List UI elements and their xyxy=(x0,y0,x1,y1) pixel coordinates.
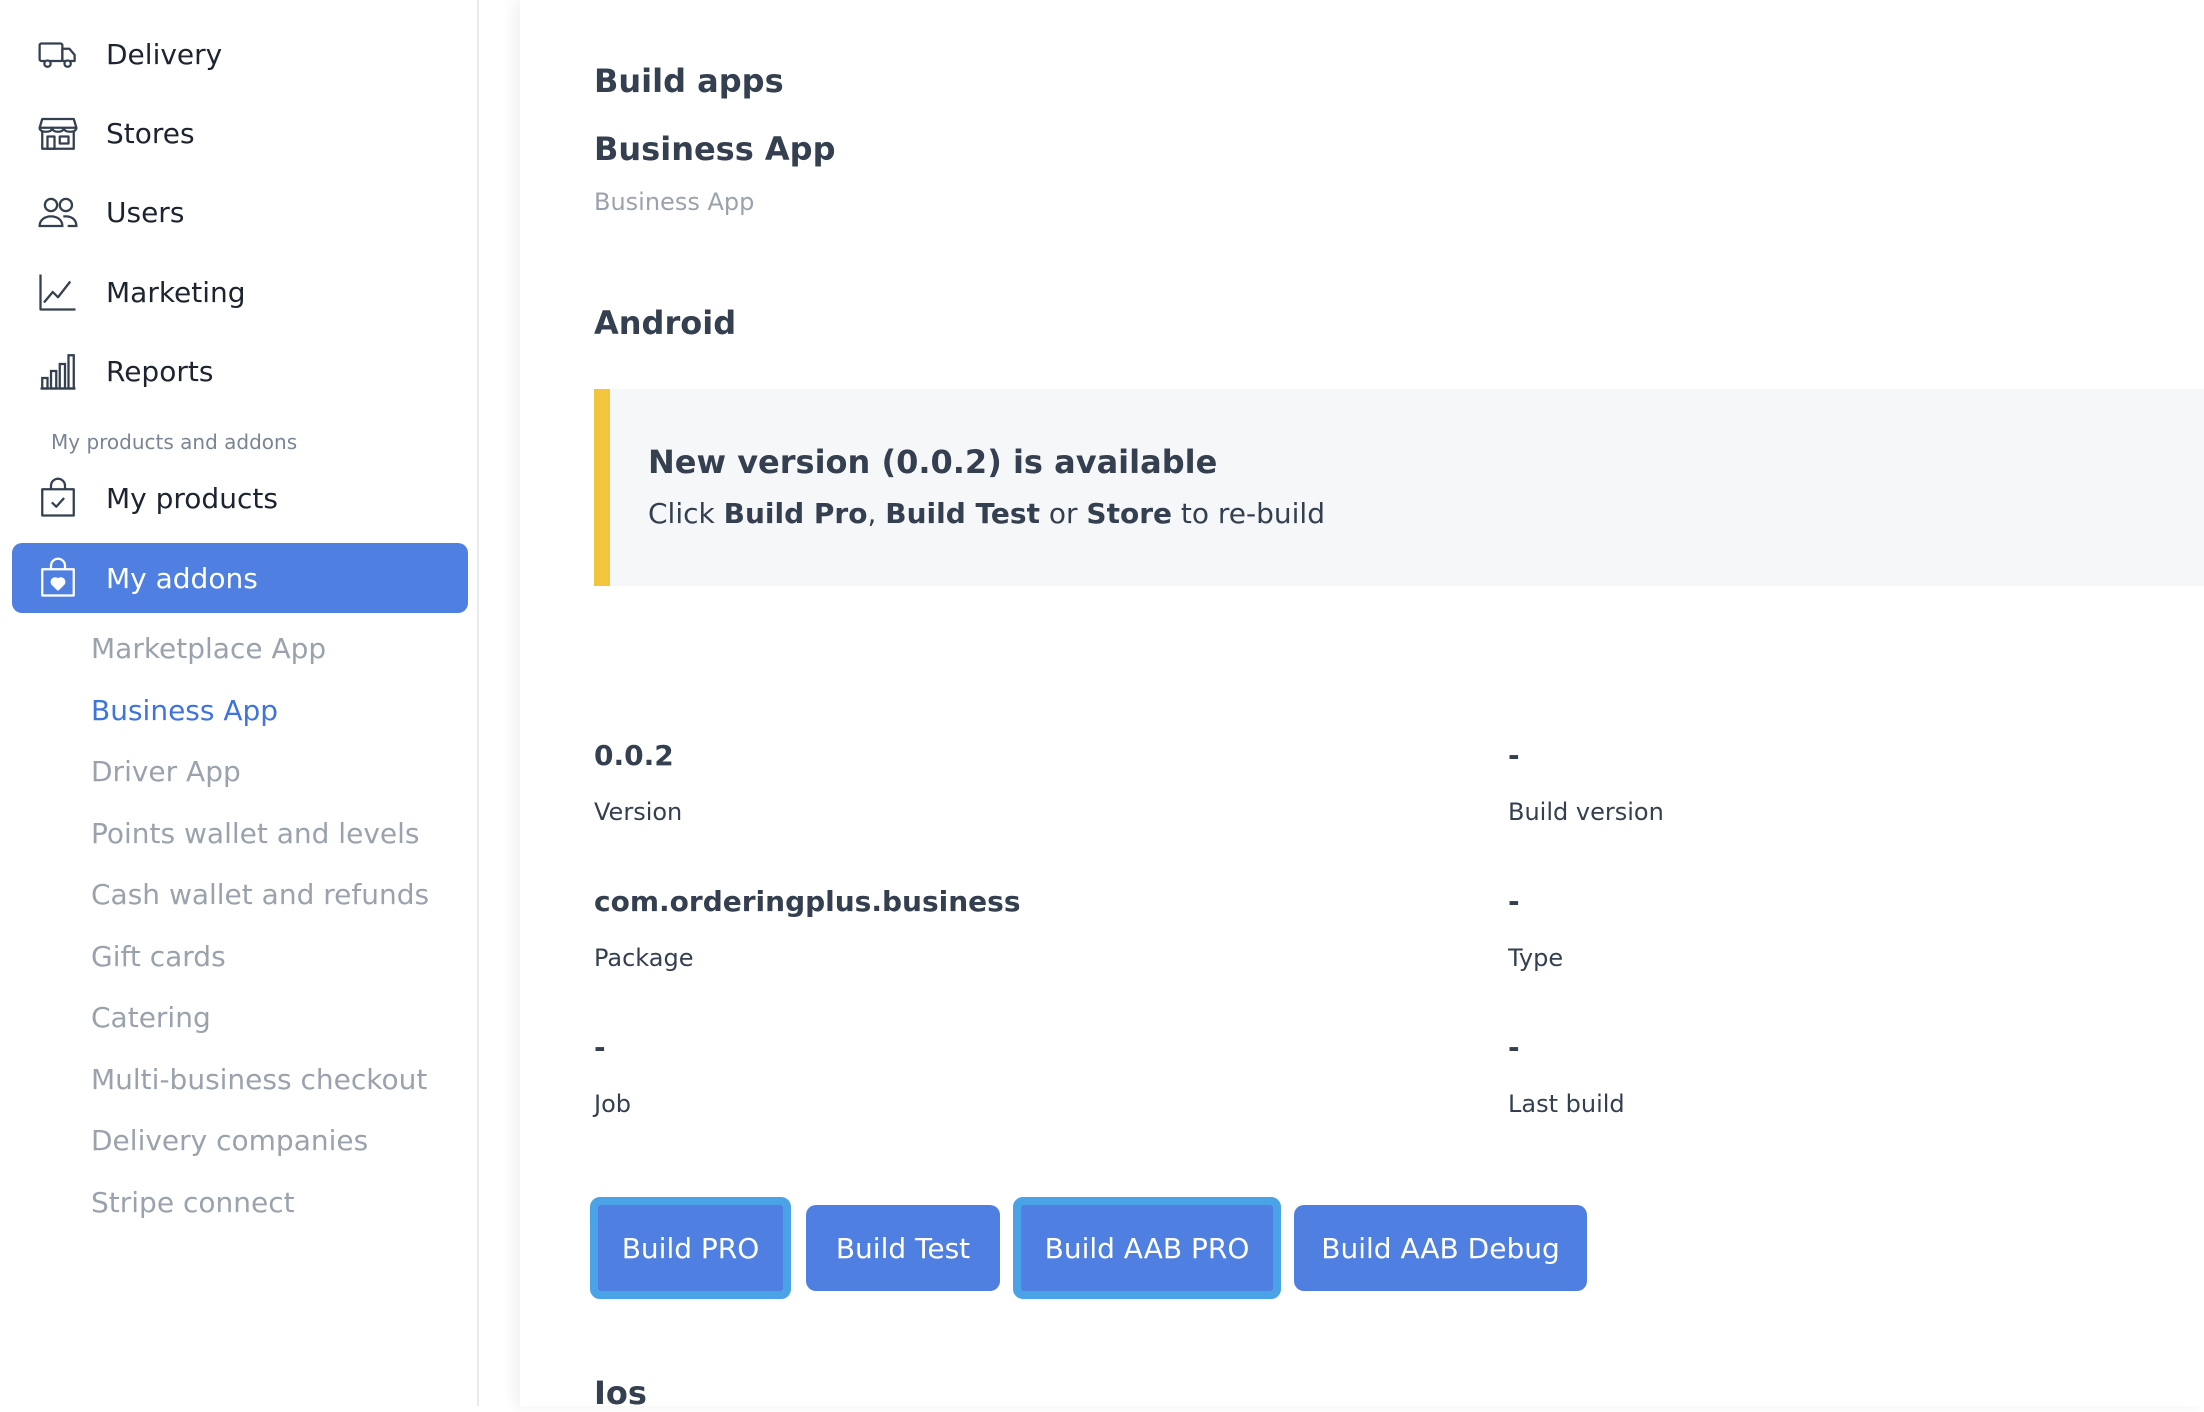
sidebar-item-label: My products xyxy=(106,481,278,515)
addon-link-catering[interactable]: Catering xyxy=(91,1001,211,1034)
version-value: 0.0.2 xyxy=(594,739,674,772)
addon-link-points-wallet[interactable]: Points wallet and levels xyxy=(91,817,419,850)
sidebar-item-reports[interactable]: Reports xyxy=(12,336,468,406)
job-label: Job xyxy=(594,1090,631,1118)
sidebar-item-label: Users xyxy=(106,195,185,229)
addon-link-multi-business-checkout[interactable]: Multi-business checkout xyxy=(91,1063,427,1096)
addon-link-delivery-companies[interactable]: Delivery companies xyxy=(91,1124,368,1157)
sidebar-item-my-products[interactable]: My products xyxy=(12,463,468,533)
build-pro-button[interactable]: Build PRO xyxy=(590,1197,791,1299)
last-build-value: - xyxy=(1508,1031,1520,1064)
build-aab-debug-button[interactable]: Build AAB Debug xyxy=(1294,1205,1587,1291)
app-title: Business App xyxy=(594,130,836,168)
addon-link-gift-cards[interactable]: Gift cards xyxy=(91,940,226,973)
bar-chart-icon xyxy=(36,349,80,393)
addon-link-business-app[interactable]: Business App xyxy=(91,694,278,727)
sidebar-item-label: Reports xyxy=(106,354,214,388)
sidebar-item-marketing[interactable]: Marketing xyxy=(12,257,468,327)
sidebar-item-label: Marketing xyxy=(106,275,246,309)
build-version-value: - xyxy=(1508,739,1520,772)
sidebar-item-delivery[interactable]: Delivery xyxy=(12,19,468,89)
build-version-label: Build version xyxy=(1508,798,1664,826)
android-heading: Android xyxy=(594,304,737,342)
store-icon xyxy=(36,111,80,155)
last-build-label: Last build xyxy=(1508,1090,1625,1118)
truck-icon xyxy=(36,32,80,76)
addon-link-driver-app[interactable]: Driver App xyxy=(91,755,241,788)
notice-title: New version (0.0.2) is available xyxy=(648,443,1218,481)
shopping-bag-heart-icon xyxy=(36,556,80,600)
package-label: Package xyxy=(594,944,694,972)
page-title: Build apps xyxy=(594,62,784,100)
sidebar: Delivery Stores Users Marketing Reports … xyxy=(0,0,479,1406)
chart-line-icon xyxy=(36,270,80,314)
type-label: Type xyxy=(1508,944,1564,972)
sidebar-item-stores[interactable]: Stores xyxy=(12,98,468,168)
sidebar-item-label: Stores xyxy=(106,116,195,150)
addon-link-stripe-connect[interactable]: Stripe connect xyxy=(91,1186,295,1219)
users-icon xyxy=(36,190,80,234)
shopping-bag-check-icon xyxy=(36,476,80,520)
sidebar-section-label: My products and addons xyxy=(51,430,298,454)
sidebar-item-my-addons[interactable]: My addons xyxy=(12,543,468,613)
sidebar-item-label: Delivery xyxy=(106,37,223,71)
package-value: com.orderingplus.business xyxy=(594,885,1021,918)
type-value: - xyxy=(1508,885,1520,918)
build-aab-pro-button[interactable]: Build AAB PRO xyxy=(1013,1197,1281,1299)
notice-text: Click Build Pro, Build Test or Store to … xyxy=(648,497,1325,530)
main-panel: Build apps Business App Business App And… xyxy=(520,0,2204,1412)
sidebar-item-users[interactable]: Users xyxy=(12,177,468,247)
version-label: Version xyxy=(594,798,683,826)
app-subtitle: Business App xyxy=(594,188,755,216)
addon-link-cash-wallet[interactable]: Cash wallet and refunds xyxy=(91,878,429,911)
job-value: - xyxy=(594,1031,606,1064)
ios-heading: Ios xyxy=(594,1374,647,1412)
sidebar-item-label: My addons xyxy=(106,561,258,595)
build-test-button[interactable]: Build Test xyxy=(806,1205,1000,1291)
addon-link-marketplace-app[interactable]: Marketplace App xyxy=(91,632,326,665)
update-notice: New version (0.0.2) is available Click B… xyxy=(594,389,2204,586)
